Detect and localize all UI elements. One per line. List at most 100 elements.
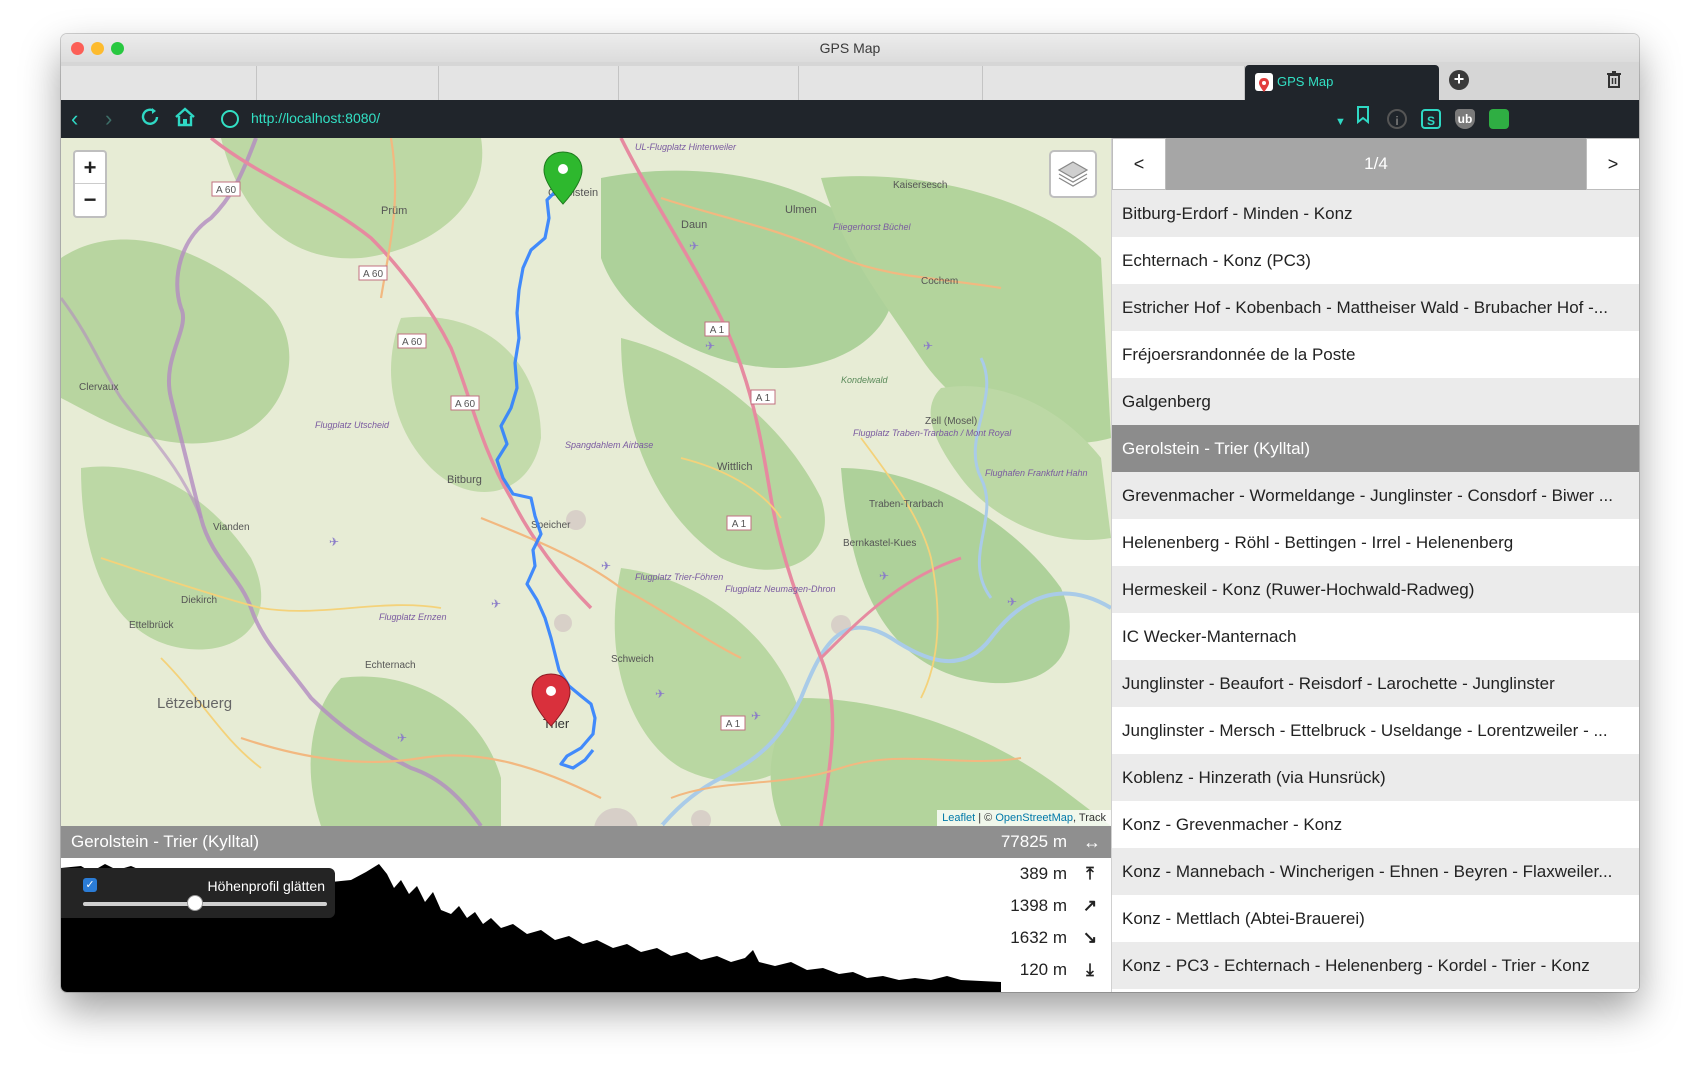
svg-text:✈: ✈ (879, 569, 889, 583)
sheet-extension-icon[interactable] (1489, 109, 1509, 129)
track-list-item[interactable]: Hermeskeil - Konz (Ruwer-Hochwald-Radweg… (1112, 566, 1639, 613)
svg-text:✈: ✈ (491, 597, 501, 611)
svg-text:✈: ✈ (705, 339, 715, 353)
browser-window: GPS Map GPS Map + ‹ › http://localhost:8… (61, 34, 1639, 992)
total-ascent: 1398 m ↗ (1010, 892, 1101, 920)
s-extension-icon[interactable]: S (1421, 109, 1441, 129)
zoom-out-button[interactable]: − (75, 184, 105, 216)
page-indicator: 1/4 (1364, 154, 1388, 173)
smooth-slider-handle[interactable] (187, 895, 204, 911)
road-label-a1: A 1 (756, 393, 771, 404)
place-label: Diekirch (181, 595, 217, 606)
smoothing-panel: ✓ Höhenprofil glätten (61, 868, 335, 918)
map-view[interactable]: A 60 A 60 A 60 A 60 A 1 A 1 A 1 A 1 ✈ ✈ ✈ … (61, 138, 1111, 826)
track-list-item[interactable]: Bitburg-Erdorf - Minden - Konz (1112, 190, 1639, 237)
track-list-item[interactable]: Estricher Hof - Kobenbach - Mattheiser W… (1112, 284, 1639, 331)
min-arrow-icon: ⤓ (1086, 960, 1094, 979)
place-label: Prüm (381, 205, 407, 217)
track-name: Gerolstein - Trier (Kylltal) (71, 832, 259, 851)
maximize-window-button[interactable] (111, 42, 124, 55)
info-extension-icon[interactable]: i (1387, 109, 1407, 129)
tab-empty[interactable] (257, 66, 439, 100)
svg-text:✈: ✈ (601, 559, 611, 573)
layers-icon[interactable] (1049, 150, 1097, 198)
track-list-item[interactable]: Galgenberg (1112, 378, 1639, 425)
place-label: Spangdahlem Airbase (565, 440, 653, 450)
forward-icon[interactable]: › (105, 105, 112, 133)
max-elevation-value: 389 m (1019, 864, 1067, 883)
place-label: Vianden (213, 522, 250, 533)
place-label: Bitburg (447, 474, 482, 486)
ascent-value: 1398 m (1010, 896, 1067, 915)
smooth-checkbox[interactable]: ✓ (83, 878, 97, 892)
place-label: Wittlich (717, 461, 752, 473)
bookmark-icon[interactable] (1357, 106, 1369, 134)
place-label: Fliegerhorst Büchel (833, 222, 912, 232)
tab-empty[interactable] (799, 66, 983, 100)
track-list: Bitburg-Erdorf - Minden - Konz Echternac… (1112, 190, 1639, 989)
leaflet-link[interactable]: Leaflet (942, 812, 975, 824)
place-label: Ettelbrück (129, 620, 174, 631)
track-list-item[interactable]: Helenenberg - Röhl - Bettingen - Irrel -… (1112, 519, 1639, 566)
map-attribution: Leaflet | © OpenStreetMap, Track (937, 810, 1111, 826)
track-list-item[interactable]: Koblenz - Hinzerath (via Hunsrück) (1112, 754, 1639, 801)
back-icon[interactable]: ‹ (71, 105, 78, 133)
svg-text:✈: ✈ (689, 239, 699, 253)
place-label: Kaisersesch (893, 180, 947, 191)
prev-page-button[interactable]: < (1112, 138, 1166, 190)
track-list-item[interactable]: Junglinster - Beaufort - Reisdorf - Laro… (1112, 660, 1639, 707)
track-list-item[interactable]: Fréjoersrandonnée de la Poste (1112, 331, 1639, 378)
osm-link[interactable]: OpenStreetMap (995, 812, 1073, 824)
width-arrow-icon: ↔ (1083, 832, 1101, 852)
road-label-a60: A 60 (455, 399, 475, 410)
road-label-a1: A 1 (710, 325, 725, 336)
attribution-suffix: , Track (1072, 812, 1106, 824)
tab-empty[interactable] (61, 66, 257, 100)
track-list-item[interactable]: Grevenmacher - Wormeldange - Junglinster… (1112, 472, 1639, 519)
min-elevation-value: 120 m (1019, 960, 1067, 979)
place-label: Flughafen Frankfurt Hahn (985, 468, 1088, 478)
svg-text:✈: ✈ (1007, 595, 1017, 609)
next-page-button[interactable]: > (1586, 138, 1639, 190)
track-list-item[interactable]: Echternach - Konz (PC3) (1112, 237, 1639, 284)
tab-empty[interactable] (983, 66, 1245, 100)
place-label: Flugplatz Traben-Trarbach / Mont Royal (853, 428, 1012, 438)
track-list-item-selected[interactable]: Gerolstein - Trier (Kylltal) (1112, 425, 1639, 472)
tab-empty[interactable] (439, 66, 619, 100)
place-label: Flugplatz Trier-Föhren (635, 572, 723, 582)
track-list-item[interactable]: Konz - Mettlach (Abtei-Brauerei) (1112, 895, 1639, 942)
tab-bar: GPS Map + (61, 62, 1639, 100)
zoom-in-button[interactable]: + (75, 152, 105, 184)
place-label: UL-Flugplatz Hinterweiler (635, 142, 737, 152)
track-list-item[interactable]: Konz - PC3 - Echternach - Helenenberg - … (1112, 942, 1639, 989)
track-list-item[interactable]: Junglinster - Mersch - Ettelbruck - Usel… (1112, 707, 1639, 754)
svg-text:✈: ✈ (655, 687, 665, 701)
globe-icon (221, 110, 239, 128)
home-icon[interactable] (173, 106, 197, 135)
track-list-item[interactable]: Konz - Grevenmacher - Konz (1112, 801, 1639, 848)
track-list-item[interactable]: IC Wecker-Manternach (1112, 613, 1639, 660)
tab-empty[interactable] (619, 66, 799, 100)
smooth-slider-track[interactable] (83, 902, 327, 906)
track-info-bar: Gerolstein - Trier (Kylltal) 77825 m ↔ (61, 826, 1111, 858)
add-tab-icon[interactable]: + (1449, 70, 1469, 90)
smooth-label: Höhenprofil glätten (207, 878, 325, 894)
track-sidebar: < 1/4 > Bitburg-Erdorf - Minden - Konz E… (1111, 138, 1639, 992)
max-elevation: 389 m ⤒ (1020, 860, 1101, 888)
place-label: Daun (681, 219, 707, 231)
place-label: Zell (Mosel) (925, 416, 977, 427)
dropdown-arrow-icon[interactable]: ▼ (1335, 108, 1346, 136)
minimize-window-button[interactable] (91, 42, 104, 55)
place-label: Clervaux (79, 382, 118, 393)
url-input[interactable]: http://localhost:8080/ (251, 110, 380, 126)
trash-icon[interactable] (1606, 70, 1622, 93)
tab-gps-map[interactable]: GPS Map (1245, 65, 1439, 100)
reload-icon[interactable] (139, 106, 161, 135)
ublock-icon[interactable]: ub (1455, 109, 1475, 129)
place-label: Traben-Trarbach (869, 499, 943, 510)
close-window-button[interactable] (71, 42, 84, 55)
svg-text:✈: ✈ (329, 535, 339, 549)
window-titlebar: GPS Map (61, 34, 1639, 62)
track-list-item[interactable]: Konz - Mannebach - Wincherigen - Ehnen -… (1112, 848, 1639, 895)
place-label: Schweich (611, 654, 654, 665)
